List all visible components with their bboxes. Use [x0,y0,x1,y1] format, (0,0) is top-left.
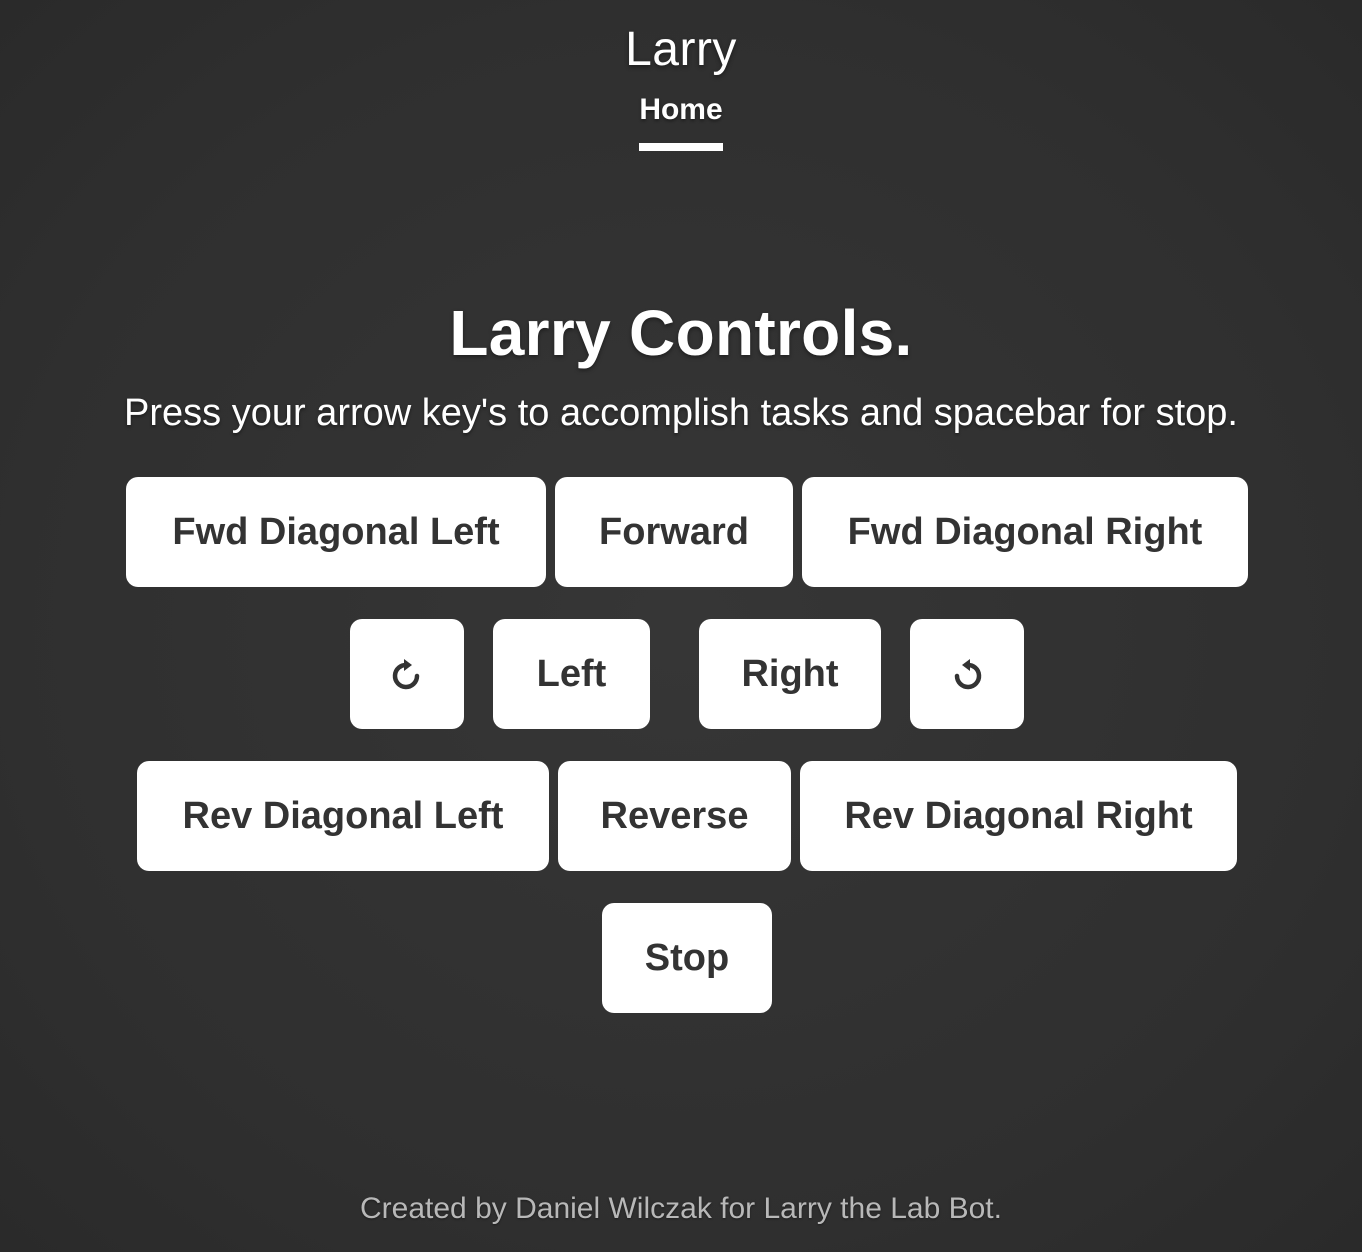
rotate-counterclockwise-icon [954,659,982,690]
forward-button[interactable]: Forward [555,477,793,587]
rotate-clockwise-button[interactable] [350,619,464,729]
instructions-text: Press your arrow key's to accomplish tas… [124,392,1238,434]
right-button[interactable]: Right [699,619,881,729]
fwd-diagonal-right-button[interactable]: Fwd Diagonal Right [802,477,1248,587]
rev-diagonal-left-button[interactable]: Rev Diagonal Left [137,761,549,871]
rev-diagonal-right-button[interactable]: Rev Diagonal Right [800,761,1237,871]
page-title: Larry Controls. [449,297,913,369]
fwd-diagonal-left-button[interactable]: Fwd Diagonal Left [126,477,546,587]
nav-link-home[interactable]: Home [639,93,723,151]
left-button[interactable]: Left [493,619,650,729]
brand-title: Larry [625,23,737,76]
reverse-button[interactable]: Reverse [558,761,791,871]
rotate-clockwise-icon [392,659,420,690]
nav: Home [0,93,1362,151]
footer-credit: Created by Daniel Wilczak for Larry the … [360,1192,1002,1225]
stop-button[interactable]: Stop [602,903,772,1013]
rotate-counterclockwise-button[interactable] [910,619,1024,729]
